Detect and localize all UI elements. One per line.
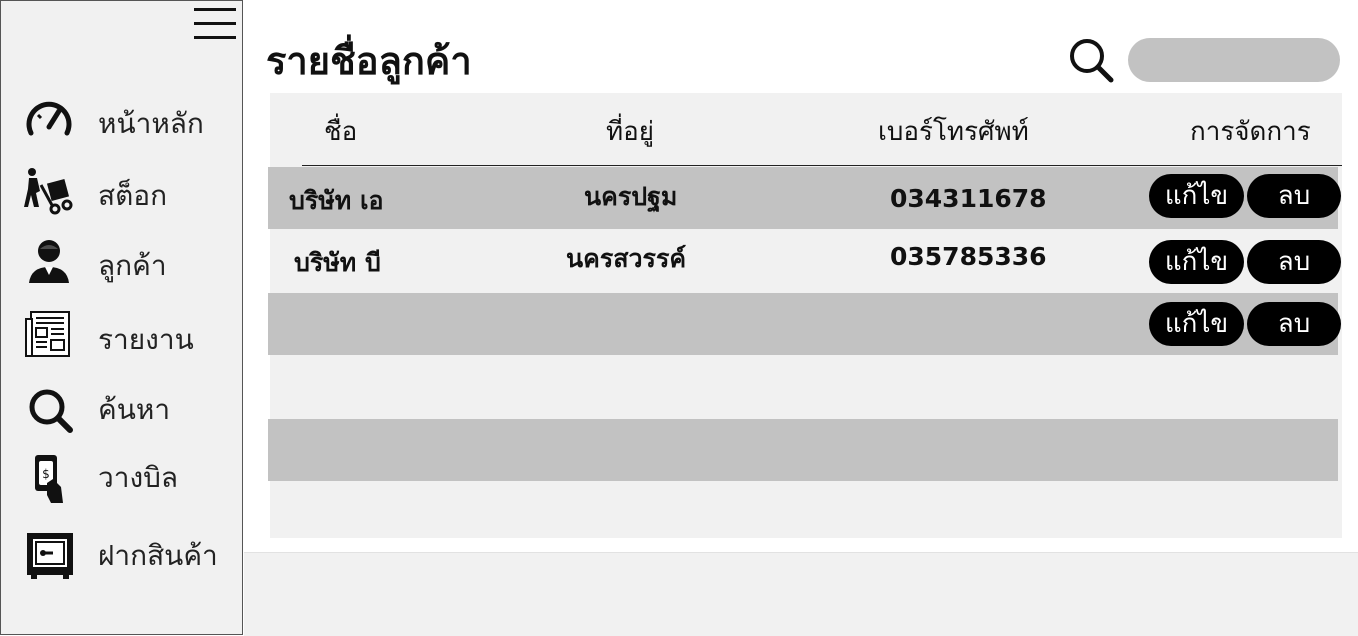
sidebar-item-label: สต็อก [98, 179, 168, 212]
page-title: รายชื่อลูกค้า [266, 39, 472, 83]
sidebar-item-label: หน้าหลัก [98, 107, 204, 140]
customer-name: บริษัท บี [294, 248, 381, 277]
sidebar-item-label: ค้นหา [98, 393, 171, 426]
sidebar-item-label: ลูกค้า [98, 249, 167, 282]
customer-icon [29, 240, 69, 283]
customer-phone: 035785336 [890, 242, 1047, 271]
header-divider [302, 165, 1342, 166]
column-header-name: ชื่อ [324, 117, 358, 147]
customer-address: นครปฐม [584, 182, 678, 211]
delete-button[interactable]: ลบ [1247, 302, 1341, 346]
sidebar-item-deposit[interactable]: ฝากสินค้า [1, 523, 242, 583]
hamburger-menu-icon[interactable] [194, 8, 236, 40]
edit-button[interactable]: แก้ไข [1149, 302, 1244, 346]
bill-payment-icon: $ [35, 455, 63, 503]
column-header-actions: การจัดการ [1190, 117, 1311, 147]
customer-name: บริษัท เอ [289, 186, 384, 215]
sidebar-item-search[interactable]: ค้นหา [1, 379, 242, 439]
search-icon[interactable] [1066, 36, 1116, 86]
table-row [268, 419, 1338, 481]
sidebar-item-report[interactable]: รายงาน [1, 303, 242, 363]
newspaper-icon [25, 311, 70, 357]
sidebar: หน้าหลัก สต็อก ลูกค้า รายงาน ค้นหา $ วาง… [0, 0, 243, 635]
table-row [268, 356, 1338, 418]
edit-button[interactable]: แก้ไข [1149, 240, 1244, 284]
sidebar-item-label: รายงาน [98, 323, 194, 356]
svg-text:$: $ [42, 467, 50, 481]
edit-button[interactable]: แก้ไข [1149, 174, 1244, 218]
search-icon [29, 389, 73, 433]
delete-button[interactable]: ลบ [1247, 174, 1341, 218]
speedometer-icon [26, 101, 72, 136]
sidebar-item-billing[interactable]: $ วางบิล [1, 447, 242, 507]
sidebar-item-label: ฝากสินค้า [98, 539, 218, 572]
search-input[interactable] [1128, 38, 1340, 82]
sidebar-item-home[interactable]: หน้าหลัก [1, 91, 242, 151]
customer-phone: 034311678 [890, 184, 1047, 213]
customer-address: นครสวรรค์ [566, 244, 687, 273]
sidebar-item-customer[interactable]: ลูกค้า [1, 231, 242, 291]
safe-icon [27, 533, 73, 579]
column-header-address: ที่อยู่ [606, 117, 654, 147]
column-header-phone: เบอร์โทรศัพท์ [878, 117, 1029, 147]
delete-button[interactable]: ลบ [1247, 240, 1341, 284]
hand-truck-icon [24, 168, 73, 215]
sidebar-item-stock[interactable]: สต็อก [1, 161, 242, 221]
sidebar-item-label: วางบิล [98, 461, 179, 494]
footer [244, 552, 1358, 636]
